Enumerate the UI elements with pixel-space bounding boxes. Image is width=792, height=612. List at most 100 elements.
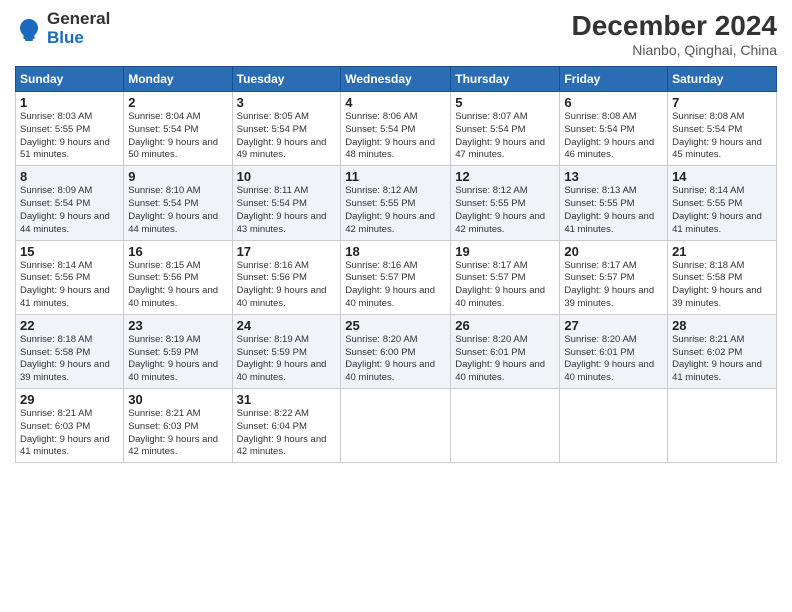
week-row-3: 15 Sunrise: 8:14 AM Sunset: 5:56 PM Dayl… [16, 240, 777, 314]
day-cell-28: 28 Sunrise: 8:21 AM Sunset: 6:02 PM Dayl… [668, 314, 777, 388]
header-row: Sunday Monday Tuesday Wednesday Thursday… [16, 67, 777, 92]
day-info: Sunrise: 8:08 AM Sunset: 5:54 PM Dayligh… [672, 111, 772, 162]
calendar-page: General Blue December 2024 Nianbo, Qingh… [0, 0, 792, 612]
day-info: Sunrise: 8:21 AM Sunset: 6:02 PM Dayligh… [672, 334, 772, 385]
day-info: Sunrise: 8:19 AM Sunset: 5:59 PM Dayligh… [237, 334, 337, 385]
day-cell-14: 14 Sunrise: 8:14 AM Sunset: 5:55 PM Dayl… [668, 166, 777, 240]
day-cell-15: 15 Sunrise: 8:14 AM Sunset: 5:56 PM Dayl… [16, 240, 124, 314]
day-cell-10: 10 Sunrise: 8:11 AM Sunset: 5:54 PM Dayl… [232, 166, 341, 240]
day-cell-1: 1 Sunrise: 8:03 AM Sunset: 5:55 PM Dayli… [16, 92, 124, 166]
empty-cell [560, 389, 668, 463]
day-number: 30 [128, 392, 227, 407]
day-cell-4: 4 Sunrise: 8:06 AM Sunset: 5:54 PM Dayli… [341, 92, 451, 166]
day-number: 11 [345, 169, 446, 184]
day-cell-24: 24 Sunrise: 8:19 AM Sunset: 5:59 PM Dayl… [232, 314, 341, 388]
day-cell-5: 5 Sunrise: 8:07 AM Sunset: 5:54 PM Dayli… [451, 92, 560, 166]
day-info: Sunrise: 8:08 AM Sunset: 5:54 PM Dayligh… [564, 111, 663, 162]
day-number: 7 [672, 95, 772, 110]
day-cell-13: 13 Sunrise: 8:13 AM Sunset: 5:55 PM Dayl… [560, 166, 668, 240]
day-cell-26: 26 Sunrise: 8:20 AM Sunset: 6:01 PM Dayl… [451, 314, 560, 388]
logo-text: General Blue [47, 10, 110, 47]
day-info: Sunrise: 8:16 AM Sunset: 5:56 PM Dayligh… [237, 260, 337, 311]
empty-cell [668, 389, 777, 463]
day-info: Sunrise: 8:12 AM Sunset: 5:55 PM Dayligh… [345, 185, 446, 236]
day-number: 5 [455, 95, 555, 110]
col-wednesday: Wednesday [341, 67, 451, 92]
location: Nianbo, Qinghai, China [572, 42, 777, 58]
day-number: 15 [20, 244, 119, 259]
day-info: Sunrise: 8:19 AM Sunset: 5:59 PM Dayligh… [128, 334, 227, 385]
day-number: 21 [672, 244, 772, 259]
day-info: Sunrise: 8:04 AM Sunset: 5:54 PM Dayligh… [128, 111, 227, 162]
day-info: Sunrise: 8:14 AM Sunset: 5:55 PM Dayligh… [672, 185, 772, 236]
day-number: 31 [237, 392, 337, 407]
day-cell-11: 11 Sunrise: 8:12 AM Sunset: 5:55 PM Dayl… [341, 166, 451, 240]
week-row-4: 22 Sunrise: 8:18 AM Sunset: 5:58 PM Dayl… [16, 314, 777, 388]
day-info: Sunrise: 8:13 AM Sunset: 5:55 PM Dayligh… [564, 185, 663, 236]
col-tuesday: Tuesday [232, 67, 341, 92]
day-info: Sunrise: 8:16 AM Sunset: 5:57 PM Dayligh… [345, 260, 446, 311]
col-friday: Friday [560, 67, 668, 92]
day-cell-6: 6 Sunrise: 8:08 AM Sunset: 5:54 PM Dayli… [560, 92, 668, 166]
day-number: 6 [564, 95, 663, 110]
day-number: 16 [128, 244, 227, 259]
col-saturday: Saturday [668, 67, 777, 92]
week-row-1: 1 Sunrise: 8:03 AM Sunset: 5:55 PM Dayli… [16, 92, 777, 166]
col-sunday: Sunday [16, 67, 124, 92]
day-number: 20 [564, 244, 663, 259]
day-info: Sunrise: 8:17 AM Sunset: 5:57 PM Dayligh… [564, 260, 663, 311]
logo-general: General [47, 9, 110, 28]
day-cell-22: 22 Sunrise: 8:18 AM Sunset: 5:58 PM Dayl… [16, 314, 124, 388]
day-cell-27: 27 Sunrise: 8:20 AM Sunset: 6:01 PM Dayl… [560, 314, 668, 388]
day-cell-3: 3 Sunrise: 8:05 AM Sunset: 5:54 PM Dayli… [232, 92, 341, 166]
day-number: 13 [564, 169, 663, 184]
day-number: 22 [20, 318, 119, 333]
empty-cell [341, 389, 451, 463]
day-number: 25 [345, 318, 446, 333]
day-number: 1 [20, 95, 119, 110]
day-info: Sunrise: 8:10 AM Sunset: 5:54 PM Dayligh… [128, 185, 227, 236]
day-number: 10 [237, 169, 337, 184]
day-cell-25: 25 Sunrise: 8:20 AM Sunset: 6:00 PM Dayl… [341, 314, 451, 388]
day-cell-9: 9 Sunrise: 8:10 AM Sunset: 5:54 PM Dayli… [124, 166, 232, 240]
day-info: Sunrise: 8:07 AM Sunset: 5:54 PM Dayligh… [455, 111, 555, 162]
day-number: 4 [345, 95, 446, 110]
day-info: Sunrise: 8:15 AM Sunset: 5:56 PM Dayligh… [128, 260, 227, 311]
day-number: 29 [20, 392, 119, 407]
day-number: 26 [455, 318, 555, 333]
day-info: Sunrise: 8:20 AM Sunset: 6:01 PM Dayligh… [455, 334, 555, 385]
day-cell-30: 30 Sunrise: 8:21 AM Sunset: 6:03 PM Dayl… [124, 389, 232, 463]
day-number: 2 [128, 95, 227, 110]
day-info: Sunrise: 8:20 AM Sunset: 6:01 PM Dayligh… [564, 334, 663, 385]
logo: General Blue [15, 10, 110, 47]
title-block: December 2024 Nianbo, Qinghai, China [572, 10, 777, 58]
day-cell-12: 12 Sunrise: 8:12 AM Sunset: 5:55 PM Dayl… [451, 166, 560, 240]
day-cell-21: 21 Sunrise: 8:18 AM Sunset: 5:58 PM Dayl… [668, 240, 777, 314]
day-info: Sunrise: 8:11 AM Sunset: 5:54 PM Dayligh… [237, 185, 337, 236]
day-number: 19 [455, 244, 555, 259]
day-cell-20: 20 Sunrise: 8:17 AM Sunset: 5:57 PM Dayl… [560, 240, 668, 314]
day-number: 18 [345, 244, 446, 259]
header: General Blue December 2024 Nianbo, Qingh… [15, 10, 777, 58]
day-info: Sunrise: 8:03 AM Sunset: 5:55 PM Dayligh… [20, 111, 119, 162]
day-number: 28 [672, 318, 772, 333]
week-row-5: 29 Sunrise: 8:21 AM Sunset: 6:03 PM Dayl… [16, 389, 777, 463]
day-number: 14 [672, 169, 772, 184]
day-cell-16: 16 Sunrise: 8:15 AM Sunset: 5:56 PM Dayl… [124, 240, 232, 314]
month-year: December 2024 [572, 10, 777, 42]
day-number: 23 [128, 318, 227, 333]
logo-icon [15, 15, 43, 43]
day-number: 24 [237, 318, 337, 333]
day-info: Sunrise: 8:09 AM Sunset: 5:54 PM Dayligh… [20, 185, 119, 236]
day-info: Sunrise: 8:06 AM Sunset: 5:54 PM Dayligh… [345, 111, 446, 162]
col-monday: Monday [124, 67, 232, 92]
day-number: 17 [237, 244, 337, 259]
day-cell-8: 8 Sunrise: 8:09 AM Sunset: 5:54 PM Dayli… [16, 166, 124, 240]
day-info: Sunrise: 8:14 AM Sunset: 5:56 PM Dayligh… [20, 260, 119, 311]
day-info: Sunrise: 8:12 AM Sunset: 5:55 PM Dayligh… [455, 185, 555, 236]
logo-blue: Blue [47, 28, 84, 47]
day-number: 27 [564, 318, 663, 333]
day-number: 8 [20, 169, 119, 184]
empty-cell [451, 389, 560, 463]
day-cell-7: 7 Sunrise: 8:08 AM Sunset: 5:54 PM Dayli… [668, 92, 777, 166]
